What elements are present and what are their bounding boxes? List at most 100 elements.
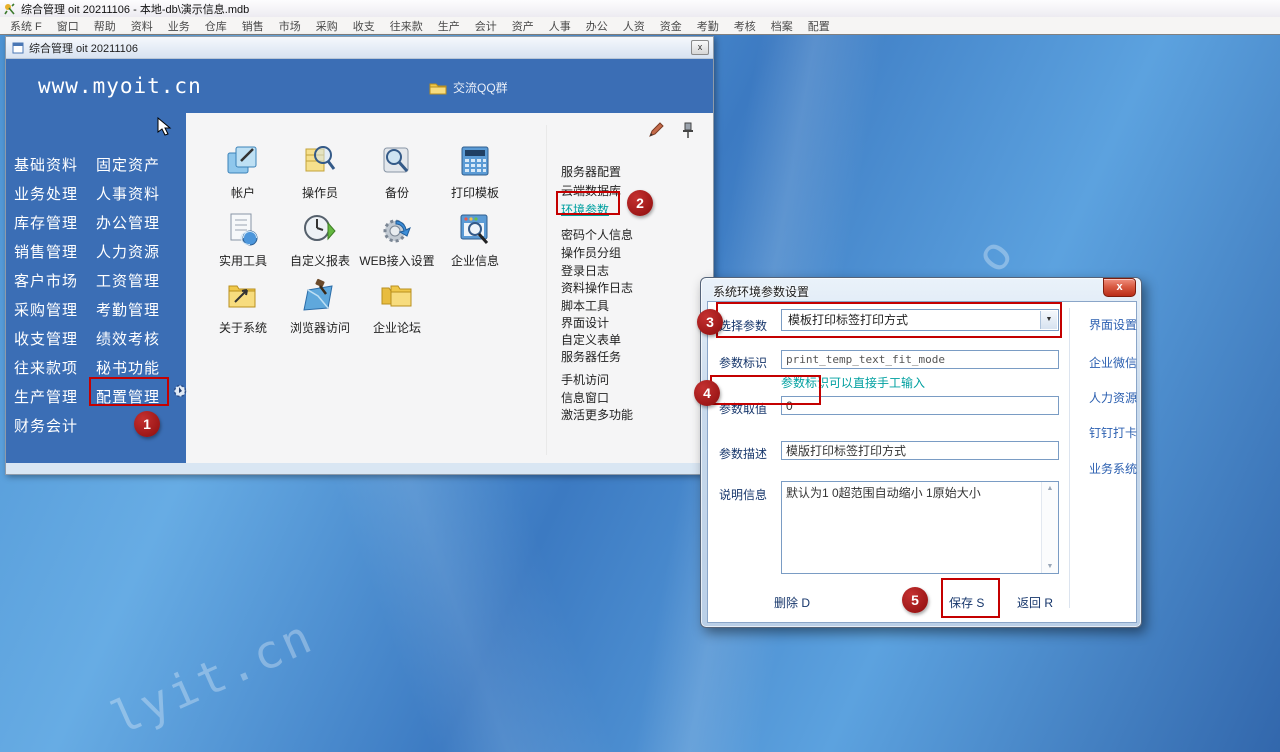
back-button[interactable]: 返回 R (1017, 594, 1053, 611)
link-password-info[interactable]: 密码个人信息 (561, 226, 633, 243)
sidebar-item-shouzhiguanli[interactable]: 收支管理 (14, 325, 78, 354)
sidebar-item-renliziyuan[interactable]: 人力资源 (96, 238, 160, 267)
tool-backup[interactable]: 备份 (357, 143, 437, 201)
company-info-icon (457, 211, 493, 249)
tool-custom-report[interactable]: 自定义报表 (280, 211, 360, 269)
manual-input-hint-link[interactable]: 参数标识可以直接手工输入 (781, 374, 925, 391)
sidebar-item-shengchanguanli[interactable]: 生产管理 (14, 383, 78, 412)
sidebar-item-jichuziliao[interactable]: 基础资料 (14, 151, 78, 180)
custom-report-icon (302, 211, 338, 249)
sidebar-item-wanglaikuanxiang[interactable]: 往来款项 (14, 354, 78, 383)
sidebar-item-kucunguanli[interactable]: 库存管理 (14, 209, 78, 238)
info-textarea[interactable]: 默认为1 0超范围自动缩小 1原始大小 (782, 482, 1041, 573)
tool-operator[interactable]: 操作员 (280, 143, 360, 201)
link-server-task[interactable]: 服务器任务 (561, 348, 621, 365)
sidebar-item-xiaoshouguanli[interactable]: 销售管理 (14, 238, 78, 267)
param-desc-input[interactable] (781, 441, 1059, 460)
param-desc-label: 参数描述 (719, 445, 767, 462)
sidebar-item-gudingzichan[interactable]: 固定资产 (96, 151, 160, 180)
sidebar-item-caiwukuaiji[interactable]: 财务会计 (14, 412, 78, 441)
window-close-button[interactable]: x (691, 40, 709, 55)
menu-item[interactable]: 考核 (734, 18, 756, 34)
sidebar-item-mishugongneng[interactable]: 秘书功能 (96, 354, 160, 383)
menu-item[interactable]: 系统 F (10, 18, 42, 34)
menu-item[interactable]: 生产 (438, 18, 460, 34)
side-link-wecom[interactable]: 企业微信 (1089, 354, 1137, 371)
menu-item[interactable]: 人资 (623, 18, 645, 34)
link-script-tool[interactable]: 脚本工具 (561, 297, 609, 314)
tool-print-template[interactable]: 打印模板 (435, 143, 515, 201)
chevron-down-icon[interactable]: ▼ (1040, 311, 1057, 329)
watermark-text: lyit.cn (103, 609, 321, 746)
sidebar-item-bangongguanli[interactable]: 办公管理 (96, 209, 160, 238)
side-link-business-system[interactable]: 业务系统 (1089, 460, 1137, 477)
menu-item[interactable]: 收支 (353, 18, 375, 34)
company-forum-icon (379, 278, 415, 316)
scrollbar[interactable]: ▲▼ (1041, 482, 1058, 573)
sidebar-item-yewuchuli[interactable]: 业务处理 (14, 180, 78, 209)
menu-item[interactable]: 市场 (279, 18, 301, 34)
scroll-down-icon[interactable]: ▼ (1047, 563, 1054, 570)
menu-item[interactable]: 往来款 (390, 18, 423, 34)
tool-company-info[interactable]: 企业信息 (435, 211, 515, 269)
link-info-window[interactable]: 信息窗口 (561, 389, 609, 406)
sidebar-item-kehushichang[interactable]: 客户市场 (14, 267, 78, 296)
link-env-params[interactable]: 环境参数 (561, 201, 609, 218)
menu-item[interactable]: 资料 (131, 18, 153, 34)
sidebar-item-caigouguanli[interactable]: 采购管理 (14, 296, 78, 325)
edit-pen-icon[interactable] (647, 121, 665, 139)
sidebar-item-renshiziliao[interactable]: 人事资料 (96, 180, 160, 209)
link-custom-form[interactable]: 自定义表单 (561, 331, 621, 348)
menu-item[interactable]: 窗口 (57, 18, 79, 34)
sidebar-item-jixiaokaohe[interactable]: 绩效考核 (96, 325, 160, 354)
menu-item[interactable]: 采购 (316, 18, 338, 34)
side-link-hr[interactable]: 人力资源 (1089, 389, 1137, 406)
side-link-ui-settings[interactable]: 界面设置 (1089, 316, 1137, 333)
link-data-op-log[interactable]: 资料操作日志 (561, 279, 633, 296)
pin-icon[interactable] (681, 121, 695, 139)
param-select-dropdown[interactable]: 模板打印标签打印方式 ▼ (781, 309, 1059, 331)
window-title: 综合管理 oit 20211106 (29, 40, 138, 56)
sidebar-item-peizhiguanli[interactable]: 配置管理 (96, 383, 160, 412)
tool-label: 操作员 (280, 184, 360, 201)
tool-label: 企业论坛 (357, 319, 437, 336)
sidebar-item-kaoqinguanli[interactable]: 考勤管理 (96, 296, 160, 325)
menu-item[interactable]: 档案 (771, 18, 793, 34)
param-value-input[interactable] (781, 396, 1059, 415)
menu-item[interactable]: 考勤 (697, 18, 719, 34)
annotation-step-5: 5 (902, 587, 928, 613)
delete-button[interactable]: 删除 D (774, 594, 810, 611)
link-login-log[interactable]: 登录日志 (561, 262, 609, 279)
menu-item[interactable]: 办公 (586, 18, 608, 34)
link-server-config[interactable]: 服务器配置 (561, 163, 621, 180)
link-activate-more[interactable]: 激活更多功能 (561, 406, 633, 423)
menu-item[interactable]: 配置 (808, 18, 830, 34)
link-operator-groups[interactable]: 操作员分组 (561, 244, 621, 261)
side-link-dingtalk[interactable]: 钉钉打卡 (1089, 424, 1137, 441)
menu-item[interactable]: 业务 (168, 18, 190, 34)
save-button[interactable]: 保存 S (949, 594, 984, 611)
param-ident-input[interactable] (781, 350, 1059, 369)
menu-item[interactable]: 资产 (512, 18, 534, 34)
menu-item[interactable]: 销售 (242, 18, 264, 34)
tool-utility[interactable]: 实用工具 (203, 211, 283, 269)
qq-group-link[interactable]: 交流QQ群 (429, 79, 508, 96)
tool-browser-access[interactable]: 浏览器访问 (280, 278, 360, 336)
dialog-close-button[interactable]: x (1103, 278, 1136, 297)
link-mobile-access[interactable]: 手机访问 (561, 371, 609, 388)
menu-item[interactable]: 会计 (475, 18, 497, 34)
link-cloud-database[interactable]: 云端数据库 (561, 182, 621, 199)
link-ui-design[interactable]: 界面设计 (561, 314, 609, 331)
menu-item[interactable]: 人事 (549, 18, 571, 34)
scroll-up-icon[interactable]: ▲ (1047, 485, 1054, 492)
app-title: 综合管理 oit 20211106 - 本地-db\演示信息.mdb (21, 1, 249, 17)
app-titlebar: 综合管理 oit 20211106 - 本地-db\演示信息.mdb (0, 0, 1280, 17)
sidebar-item-gongziguanli[interactable]: 工资管理 (96, 267, 160, 296)
tool-company-forum[interactable]: 企业论坛 (357, 278, 437, 336)
menu-item[interactable]: 仓库 (205, 18, 227, 34)
tool-account[interactable]: 帐户 (203, 143, 283, 201)
tool-about-system[interactable]: 关于系统 (203, 278, 283, 336)
menu-item[interactable]: 帮助 (94, 18, 116, 34)
menu-item[interactable]: 资金 (660, 18, 682, 34)
tool-web-access[interactable]: WEB接入设置 (357, 211, 437, 269)
